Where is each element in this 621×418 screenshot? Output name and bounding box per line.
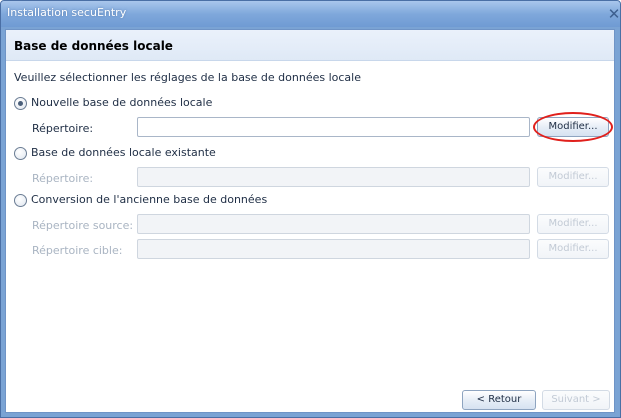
radio-button-convert-db[interactable]: [14, 194, 27, 207]
page-subtitle: Veuillez sélectionner les réglages de la…: [14, 71, 361, 84]
field-label-target-directory: Répertoire cible:: [32, 244, 123, 257]
window-title: Installation secuEntry: [7, 6, 127, 19]
radio-label-new-db: Nouvelle base de données locale: [31, 96, 213, 109]
existing-db-modify-button: Modifier...: [537, 167, 609, 187]
wizard-page: Base de données locale Veuillez sélectio…: [5, 29, 615, 413]
new-db-directory-input[interactable]: [137, 117, 530, 137]
radio-label-existing-db: Base de données locale existante: [31, 146, 216, 159]
page-header: Base de données locale: [6, 30, 614, 61]
target-modify-button: Modifier...: [537, 239, 609, 259]
source-directory-input: [137, 214, 530, 234]
source-modify-button: Modifier...: [537, 214, 609, 234]
next-button: Suivant >: [542, 390, 610, 410]
field-label-source-directory: Répertoire source:: [32, 219, 134, 232]
field-label-new-db-directory: Répertoire:: [32, 122, 94, 135]
new-db-modify-button[interactable]: Modifier...: [537, 117, 609, 137]
radio-button-existing-db[interactable]: [14, 147, 27, 160]
page-title: Base de données locale: [14, 39, 173, 53]
close-icon[interactable]: ✕: [606, 5, 620, 23]
title-bar[interactable]: Installation secuEntry ✕: [1, 1, 620, 27]
back-button[interactable]: < Retour: [462, 390, 536, 410]
installer-window: Installation secuEntry ✕ Base de données…: [0, 0, 621, 418]
field-label-existing-db-directory: Répertoire:: [32, 172, 94, 185]
radio-label-convert-db: Conversion de l'ancienne base de données: [31, 193, 268, 206]
radio-button-new-db[interactable]: [14, 97, 27, 110]
target-directory-input: [137, 239, 530, 259]
existing-db-directory-input: [137, 167, 530, 187]
